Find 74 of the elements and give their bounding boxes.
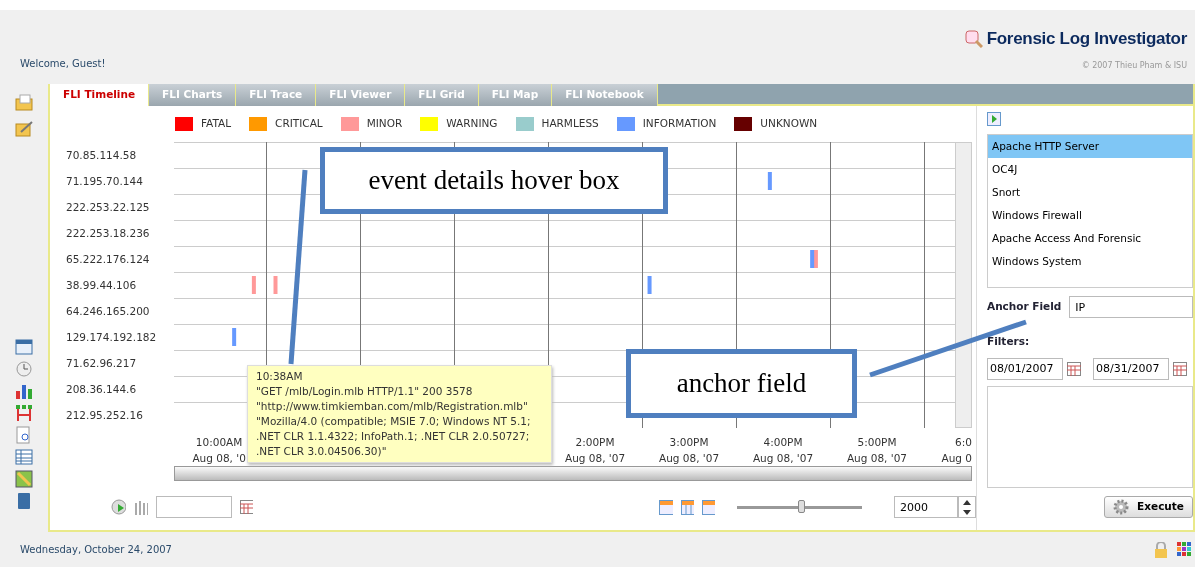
vertical-scrollbar[interactable]	[955, 142, 972, 428]
hierarchy-icon[interactable]	[15, 404, 33, 422]
pencil-note-icon[interactable]	[15, 120, 33, 138]
folder-icon[interactable]	[15, 94, 33, 112]
status-date: Wednesday, October 24, 2007	[20, 543, 172, 557]
legend-label: INFORMATION	[642, 116, 717, 132]
calendar-icon[interactable]	[1173, 361, 1187, 376]
bar-chart-icon[interactable]	[15, 382, 33, 400]
row-label: 222.253.22.125	[65, 200, 151, 215]
execute-button[interactable]: Execute	[1104, 495, 1193, 518]
time-axis-label: 6:0 Aug 0	[941, 435, 972, 466]
time-axis-label: 5:00PM Aug 08, '07	[846, 435, 908, 466]
legend-label: HARMLESS	[541, 116, 599, 132]
anchor-field[interactable]: IP	[1069, 296, 1193, 318]
notebook-icon[interactable]	[15, 492, 33, 510]
event-mark[interactable]	[813, 250, 818, 268]
end-date-field[interactable]: 08/31/2007	[1093, 357, 1169, 380]
row-label: 222.253.18.236	[65, 226, 151, 241]
callout-box: anchor field	[626, 349, 857, 418]
time-axis-label: 4:00PM Aug 08, '07	[752, 435, 814, 466]
run-icon[interactable]	[987, 112, 1001, 126]
row-label: 129.174.192.182	[65, 330, 158, 345]
row-label: 208.36.144.6	[65, 382, 138, 397]
row-label: 71.195.70.144	[65, 174, 144, 189]
source-list-item[interactable]: Apache HTTP Server	[988, 135, 1192, 158]
anchor-field-label: Anchor Field	[987, 299, 1062, 315]
horizontal-scrollbar[interactable]	[174, 466, 972, 481]
welcome-text: Welcome, Guest!	[20, 57, 106, 71]
calendar-icon[interactable]	[240, 500, 253, 514]
legend-label: MINOR	[366, 116, 403, 132]
map-icon[interactable]	[15, 470, 33, 488]
slider-thumb[interactable]	[798, 499, 806, 513]
date-field[interactable]	[156, 496, 233, 518]
row-label: 38.99.44.106	[65, 278, 138, 293]
event-mark[interactable]	[767, 172, 772, 190]
clock-icon[interactable]	[15, 360, 33, 378]
gear-icon	[1113, 498, 1130, 515]
time-axis-label: 3:00PM Aug 08, '07	[658, 435, 720, 466]
time-axis-label: 2:00PM Aug 08, '07	[564, 435, 626, 466]
legend-label: UNKNOWN	[760, 116, 818, 132]
row-label: 71.62.96.217	[65, 356, 138, 371]
calendar-icon[interactable]	[1067, 361, 1081, 376]
lock-icon[interactable]	[1153, 541, 1169, 558]
callout-box: event details hover box	[320, 147, 668, 214]
app-title: Forensic Log Investigator	[986, 28, 1187, 50]
start-date-field[interactable]: 08/01/2007	[987, 357, 1063, 380]
row-label: 65.222.176.124	[65, 252, 151, 267]
spin-arrows-icon[interactable]	[958, 496, 977, 518]
magnifier-logo-icon	[964, 29, 983, 48]
event-mark[interactable]	[232, 328, 237, 346]
filter-text-area[interactable]	[987, 385, 1193, 488]
column-chart-icon[interactable]	[134, 498, 149, 516]
time-axis-label: 10:00AM Aug 08, '0	[192, 435, 246, 466]
event-mark[interactable]	[251, 276, 256, 294]
copyright-text: © 2007 Thieu Pham & ISU	[1081, 59, 1187, 72]
document-search-icon[interactable]	[15, 426, 33, 444]
row-label: 64.246.165.200	[65, 304, 151, 319]
grid-icon[interactable]	[1177, 541, 1191, 556]
legend-label: CRITICAL	[275, 116, 323, 132]
day-calendar-icon[interactable]	[659, 499, 673, 515]
week-calendar-icon[interactable]	[680, 499, 694, 515]
row-label: 70.85.114.58	[65, 148, 138, 163]
month-calendar-icon[interactable]	[701, 499, 716, 515]
row-label: 212.95.252.16	[65, 408, 144, 423]
event-mark[interactable]	[647, 276, 652, 294]
table-icon[interactable]	[15, 448, 33, 466]
legend-label: WARNING	[446, 116, 498, 132]
event-details-tooltip: 10:38AM "GET /mlb/Login.mlb HTTP/1.1" 200 3578 "http://www.timkiemban.com/mlb/Registration.mlb" "Mozilla/4.0 (compatible; MSIE 7.0; Windows NT 5.1; .NET CLR 1.1.4322; InfoPath.1; .NET CLR 2.0.50727; .NET CLR 3.0.04506.30)"	[247, 365, 552, 463]
tab[interactable]: FLI Timeline	[50, 84, 150, 106]
play-icon[interactable]	[110, 498, 127, 516]
filters-label: Filters:	[987, 334, 1031, 349]
event-mark[interactable]	[273, 276, 278, 294]
legend-label: FATAL	[201, 116, 232, 132]
window-icon[interactable]	[15, 338, 33, 356]
